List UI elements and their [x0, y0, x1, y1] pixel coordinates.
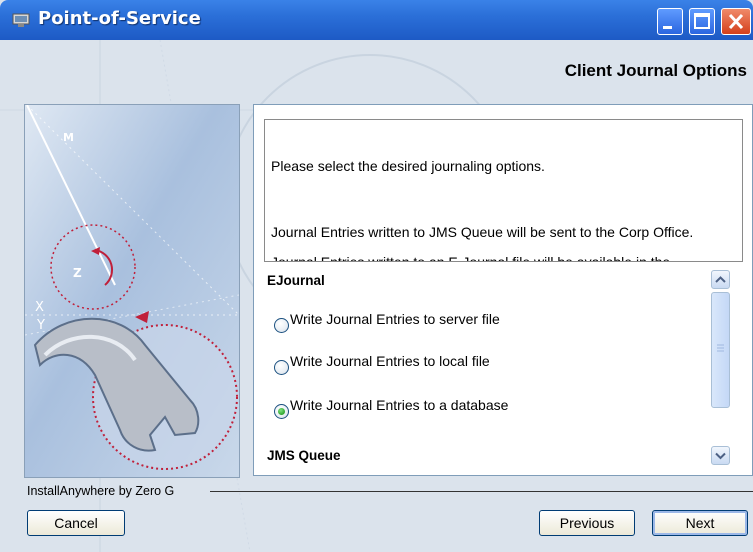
- label-x: X: [35, 300, 44, 315]
- close-button[interactable]: [721, 8, 751, 35]
- option-label: Write Journal Entries to server file: [290, 311, 500, 327]
- option-label: Write Journal Entries to a database: [290, 397, 509, 413]
- maximize-icon: [694, 13, 710, 29]
- radio-selected-dot: [278, 408, 285, 415]
- options-scrollbar[interactable]: [709, 270, 747, 465]
- description-line: Journal Entries written to an E-Journal …: [271, 254, 671, 262]
- installer-window: Point-of-Service Client Journal Options …: [0, 0, 753, 552]
- close-icon: [728, 13, 744, 30]
- grip-icon: [717, 344, 724, 352]
- description-line: Journal Entries written to JMS Queue wil…: [271, 224, 694, 240]
- label-y: Y: [36, 318, 45, 333]
- scroll-down-button[interactable]: [711, 446, 730, 465]
- options-panel: Please select the desired journaling opt…: [253, 104, 753, 476]
- footer-divider: [210, 491, 753, 492]
- radio-local-file[interactable]: [274, 360, 289, 375]
- footer-label: InstallAnywhere by Zero G: [27, 484, 175, 498]
- option-label: Write Journal Entries to local file: [290, 353, 490, 369]
- description-line: Please select the desired journaling opt…: [271, 158, 545, 174]
- title-bar: Point-of-Service: [0, 0, 753, 40]
- minimize-button[interactable]: [657, 8, 683, 35]
- ejournal-section-title: EJournal: [267, 273, 325, 288]
- radio-database[interactable]: [274, 404, 289, 419]
- minimize-icon: [663, 26, 672, 29]
- chevron-down-icon: [715, 452, 726, 460]
- radio-server-file[interactable]: [274, 318, 289, 333]
- description-box[interactable]: Please select the desired journaling opt…: [264, 119, 743, 262]
- next-button[interactable]: Next: [652, 510, 748, 536]
- illustration-panel: M Z X Y: [24, 104, 240, 478]
- maximize-button[interactable]: [689, 8, 715, 35]
- previous-button[interactable]: Previous: [539, 510, 635, 536]
- jms-section-title: JMS Queue: [267, 448, 341, 463]
- wrench-illustration: M Z X Y: [25, 105, 239, 470]
- label-m: M: [63, 131, 74, 144]
- page-title: Client Journal Options: [564, 61, 747, 80]
- cancel-button[interactable]: Cancel: [27, 510, 125, 536]
- scroll-up-button[interactable]: [711, 270, 730, 289]
- label-z: Z: [73, 266, 82, 280]
- window-title: Point-of-Service: [38, 8, 201, 29]
- chevron-up-icon: [715, 276, 726, 283]
- app-icon: [12, 13, 30, 27]
- scroll-thumb[interactable]: [711, 292, 730, 408]
